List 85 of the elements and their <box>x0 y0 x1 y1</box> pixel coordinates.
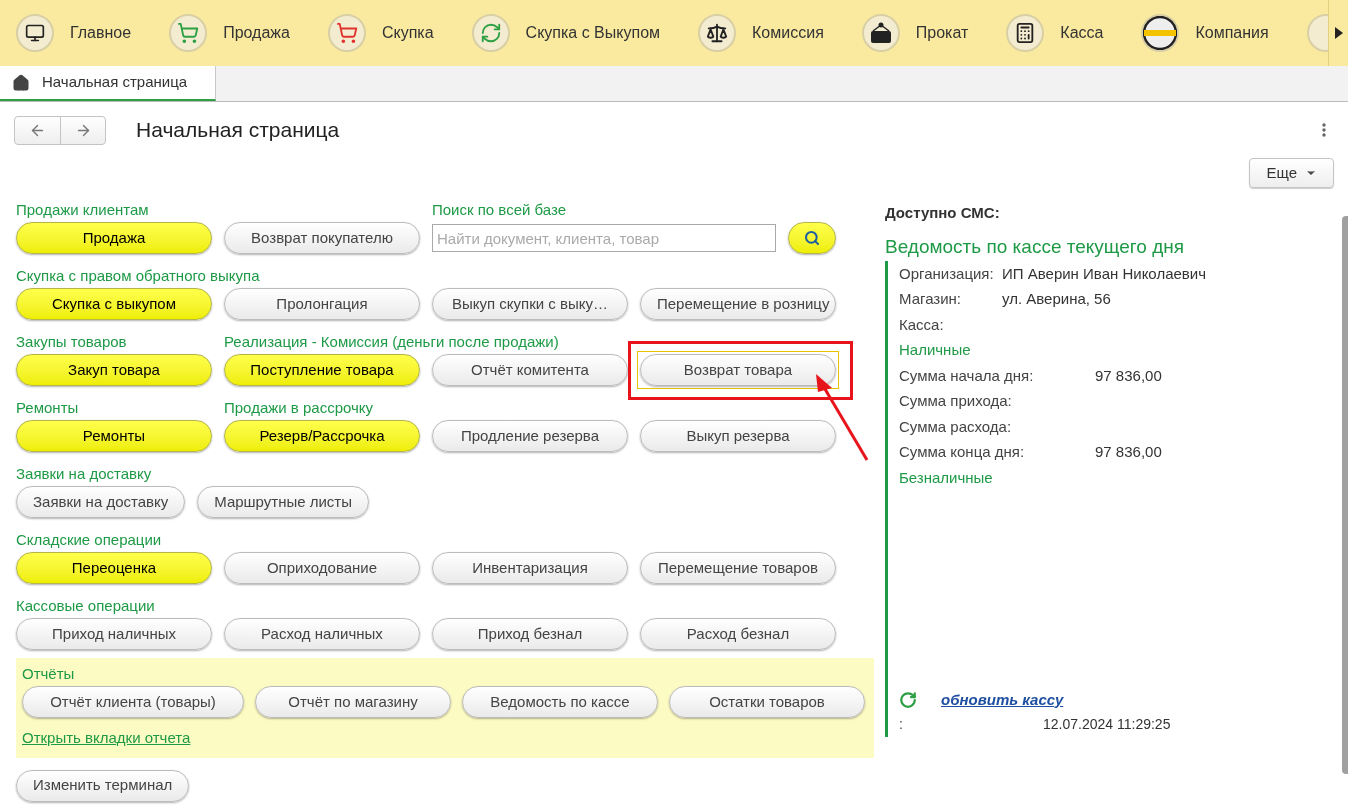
section-item[interactable]: Прокат <box>861 0 969 66</box>
action-button[interactable]: Приход наличных <box>16 618 212 650</box>
section-label: Скупка с правом обратного выкупа <box>16 266 260 286</box>
section-item[interactable]: Продажа <box>169 0 290 66</box>
action-button[interactable]: Резерв/Рассрочка <box>224 420 420 452</box>
action-button[interactable]: Расход наличных <box>224 618 420 650</box>
action-button[interactable]: Изменить терминал <box>16 769 190 802</box>
field-value: ИП Аверин Иван Николаевич <box>1002 263 1206 284</box>
field-label: Касса: <box>899 314 945 335</box>
sms-label: Доступно СМС: <box>885 203 1001 223</box>
action-button[interactable]: Отчёт клиента (товары) <box>22 686 244 718</box>
scroll-right-button[interactable] <box>1328 0 1348 66</box>
action-button[interactable]: Переоценка <box>16 552 212 584</box>
section-label: Отчёты <box>22 664 75 684</box>
action-button[interactable]: Маршрутные листы <box>197 486 370 518</box>
section-label: Продажи клиентам <box>16 200 149 220</box>
cycle-arrows-icon <box>479 22 502 44</box>
section-label: Заявки на доставку <box>16 464 152 484</box>
field-value: ул. Аверина, 56 <box>1002 289 1111 309</box>
section-item[interactable]: Касса <box>1006 0 1104 66</box>
section-label: Продажи в рассрочку <box>224 398 374 418</box>
refresh-icon <box>899 690 917 709</box>
field-value: 97 836,00 <box>1095 442 1162 462</box>
section-item[interactable]: Скупка <box>327 0 434 66</box>
triangle-right-icon <box>1334 27 1343 39</box>
more-button[interactable]: Еще <box>1249 158 1334 188</box>
action-button[interactable]: Возврат товара <box>640 354 836 386</box>
section-label: Реализация - Комиссия (деньги после продажи) <box>224 332 559 352</box>
page-tab[interactable]: Начальная страница <box>0 66 216 101</box>
action-button[interactable]: Пролонгация <box>224 288 420 320</box>
section-item[interactable]: Комиссия <box>698 0 824 66</box>
logo-badge-icon <box>1143 16 1178 50</box>
action-button[interactable]: Перемещение товаров <box>640 552 836 584</box>
action-button[interactable]: Инвентаризация <box>432 552 628 584</box>
menu-icon <box>1322 123 1326 137</box>
group-title: Наличные <box>899 340 972 360</box>
statement-title: Ведомость по кассе текущего дня <box>885 234 1186 259</box>
search-icon <box>804 230 820 246</box>
group-title: Безналичные <box>899 467 994 488</box>
open-tabs-link[interactable]: Открыть вкладки отчета <box>22 727 191 750</box>
page-title: Начальная страница <box>136 117 340 144</box>
field-label: Сумма прихода: <box>899 391 1013 411</box>
action-button[interactable]: Поступление товара <box>224 354 420 386</box>
home-icon <box>12 73 30 92</box>
field-value: 97 836,00 <box>1095 365 1162 386</box>
field-label: Сумма начала дня: <box>899 365 1035 386</box>
action-button[interactable]: Возврат покупателю <box>224 222 420 254</box>
action-button[interactable]: Перемещение в розницу <box>640 288 836 320</box>
action-button[interactable]: Выкуп резерва <box>640 420 836 452</box>
timestamp: 12.07.2024 11:29:25 <box>1043 714 1171 734</box>
section-label: Складские операции <box>16 530 162 550</box>
action-button[interactable]: Отчёт по магазину <box>255 686 451 718</box>
section-item[interactable]: Компания <box>1141 0 1269 66</box>
action-button[interactable]: Продление резерва <box>432 420 628 452</box>
section-item[interactable]: Главное <box>16 0 132 66</box>
field-label: Сумма конца дня: <box>899 442 1026 462</box>
action-button[interactable]: Скупка с выкупом <box>16 288 212 320</box>
section-label: Поиск по всей базе <box>432 200 567 220</box>
search-button[interactable] <box>788 222 836 254</box>
action-button[interactable]: Оприходование <box>224 552 420 584</box>
monitor-icon <box>25 23 45 43</box>
action-button[interactable]: Заявки на доставку <box>16 486 186 518</box>
action-button[interactable]: Ведомость по кассе <box>462 686 658 718</box>
action-button[interactable]: Закуп товара <box>16 354 212 386</box>
sign-icon <box>868 22 893 44</box>
field-label: : <box>899 714 904 734</box>
action-button[interactable]: Остатки товаров <box>669 686 865 718</box>
section-label: Ремонты <box>16 398 79 418</box>
action-button[interactable]: Ремонты <box>16 420 212 452</box>
section-label: Кассовые операции <box>16 596 155 616</box>
cart-icon <box>335 22 358 44</box>
section-label: Закупы товаров <box>16 332 127 352</box>
action-button[interactable]: Выкуп скупки с выку… <box>432 288 628 320</box>
action-button[interactable]: Отчёт комитента <box>432 354 628 386</box>
refresh-link[interactable]: обновить кассу <box>941 688 1064 711</box>
action-button[interactable]: Расход безнал <box>640 618 836 650</box>
scales-icon <box>706 22 729 44</box>
action-button[interactable]: Продажа <box>16 222 212 254</box>
field-label: Магазин: <box>899 289 963 309</box>
field-label: Организация: <box>899 263 995 284</box>
search-field[interactable]: Найти документ, клиента, товар <box>432 224 776 252</box>
action-button[interactable]: Приход безнал <box>432 618 628 650</box>
cart-icon <box>177 22 200 44</box>
field-label: Сумма расхода: <box>899 416 1013 437</box>
section-item[interactable]: Скупка с Выкупом <box>471 0 661 66</box>
